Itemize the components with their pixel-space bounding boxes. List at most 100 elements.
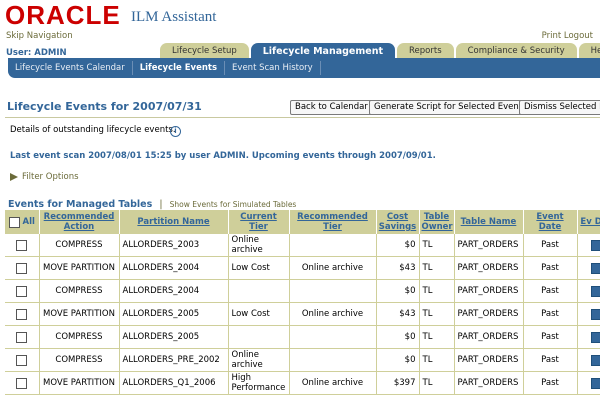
subnav-lifecycle-events-calendar[interactable]: Lifecycle Events Calendar [8,63,132,73]
events-table: All Recommended Action Partition Name Cu… [5,210,600,395]
row-select-cell[interactable] [5,279,40,303]
events-table-body: COMPRESS ALLORDERS_2003 Online archive $… [5,234,600,395]
column-header-cost-savings[interactable]: Cost Savings [376,210,420,234]
event-details-cell[interactable] [577,371,600,395]
event-date-cell: Past [523,234,578,257]
row-select-cell[interactable] [5,302,40,326]
current-tier-cell: Low Cost [228,302,290,326]
current-tier-cell: Low Cost [228,256,290,280]
current-tier-cell: Online archive [228,348,290,372]
partition-name-cell: ALLORDERS_Q1_2006 [119,371,229,395]
dismiss-selected-events-button[interactable]: Dismiss Selected Ev [519,100,600,115]
partition-name-cell: ALLORDERS_2004 [119,279,229,303]
cost-savings-cell: $0 [376,348,420,372]
sub-navigation-bar: Lifecycle Events Calendar Lifecycle Even… [8,58,600,78]
table-row: MOVE PARTITION ALLORDERS_2004 Low Cost O… [5,256,600,280]
event-details-cell[interactable] [577,234,600,257]
table-row: COMPRESS ALLORDERS_2004 $0 TL PART_ORDER… [5,279,600,303]
subnav-lifecycle-events[interactable]: Lifecycle Events [133,63,224,73]
row-select-checkbox[interactable] [16,239,28,251]
partition-name-cell: ALLORDERS_2003 [119,234,229,257]
event-details-icon[interactable] [591,354,600,366]
event-details-cell[interactable] [577,325,600,349]
column-header-event-date[interactable]: Event Date [523,210,578,234]
row-select-checkbox[interactable] [16,262,28,274]
row-select-cell[interactable] [5,371,40,395]
table-name-cell: PART_ORDERS [454,279,524,303]
row-select-checkbox[interactable] [16,377,28,389]
row-select-cell[interactable] [5,234,40,257]
current-tier-cell [228,325,290,349]
filter-options-label[interactable]: Filter Options [22,172,79,182]
events-separator: | [159,199,163,210]
select-all-label[interactable]: All [23,217,35,227]
row-select-cell[interactable] [5,325,40,349]
partition-name-cell: ALLORDERS_2005 [119,302,229,326]
column-header-recommended-action[interactable]: Recommended Action [39,210,120,234]
cost-savings-cell: $397 [376,371,420,395]
cost-savings-cell: $0 [376,325,420,349]
recommended-action-cell: COMPRESS [39,234,120,257]
table-name-cell: PART_ORDERS [454,234,524,257]
generate-script-button[interactable]: Generate Script for Selected Events [369,100,532,115]
event-details-cell[interactable] [577,302,600,326]
event-details-cell[interactable] [577,256,600,280]
event-details-icon[interactable] [591,308,600,320]
event-date-cell: Past [523,279,578,303]
event-details-cell[interactable] [577,279,600,303]
recommended-action-cell: COMPRESS [39,348,120,372]
column-header-partition-name[interactable]: Partition Name [119,210,229,234]
events-managed-tables-label: Events for Managed Tables [8,199,153,210]
header: ORACLE ILM Assistant Skip Navigation Pri… [0,0,600,60]
subnav-event-scan-history[interactable]: Event Scan History [225,63,320,73]
row-select-checkbox[interactable] [16,285,28,297]
back-to-calendar-button[interactable]: Back to Calendar [290,100,373,115]
recommended-tier-cell: Online archive [289,371,377,395]
partition-name-cell: ALLORDERS_2005 [119,325,229,349]
events-table-container: All Recommended Action Partition Name Cu… [5,210,600,404]
row-select-cell[interactable] [5,256,40,280]
recommended-action-cell: COMPRESS [39,325,120,349]
subnav-divider [319,61,321,75]
column-header-table-name[interactable]: Table Name [454,210,524,234]
select-all-header[interactable]: All [5,210,40,234]
row-select-checkbox[interactable] [16,354,28,366]
event-details-icon[interactable] [591,285,600,297]
table-row: MOVE PARTITION ALLORDERS_Q1_2006 High Pe… [5,371,600,395]
table-name-cell: PART_ORDERS [454,348,524,372]
column-header-current-tier[interactable]: Current Tier [228,210,290,234]
column-header-table-owner[interactable]: Table Owner [419,210,455,234]
column-header-event-details[interactable]: Ev Det [577,210,600,234]
event-details-icon[interactable] [591,239,600,251]
event-details-cell[interactable] [577,348,600,372]
table-row: COMPRESS ALLORDERS_2005 $0 TL PART_ORDER… [5,325,600,349]
app-name: ILM Assistant [131,9,217,25]
row-select-checkbox[interactable] [16,308,28,320]
table-owner-cell: TL [419,302,455,326]
recommended-tier-cell: Online archive [289,256,377,280]
row-select-checkbox[interactable] [16,331,28,343]
oracle-logo-text: ORACLE [5,0,121,30]
show-simulated-events-link[interactable]: Show Events for Simulated Tables [170,200,297,209]
expand-triangle-icon[interactable] [9,172,19,182]
recommended-action-cell: COMPRESS [39,279,120,303]
print-logout-links[interactable]: Print Logout [542,31,593,41]
select-all-checkbox[interactable] [8,216,20,228]
skip-navigation-link[interactable]: Skip Navigation [6,31,73,41]
event-details-icon[interactable] [591,331,600,343]
event-details-icon[interactable] [591,262,600,274]
column-header-recommended-tier[interactable]: Recommended Tier [289,210,377,234]
table-header-row: All Recommended Action Partition Name Cu… [5,210,600,234]
recommended-action-cell: MOVE PARTITION [39,302,120,326]
table-owner-cell: TL [419,325,455,349]
cost-savings-cell: $0 [376,234,420,257]
recommended-tier-cell [289,325,377,349]
event-date-cell: Past [523,256,578,280]
table-owner-cell: TL [419,234,455,257]
row-select-cell[interactable] [5,348,40,372]
table-name-cell: PART_ORDERS [454,256,524,280]
event-details-icon[interactable] [591,377,600,389]
info-icon[interactable]: i [170,126,181,137]
current-tier-cell: High Performance [228,371,290,395]
title-divider [5,117,600,118]
